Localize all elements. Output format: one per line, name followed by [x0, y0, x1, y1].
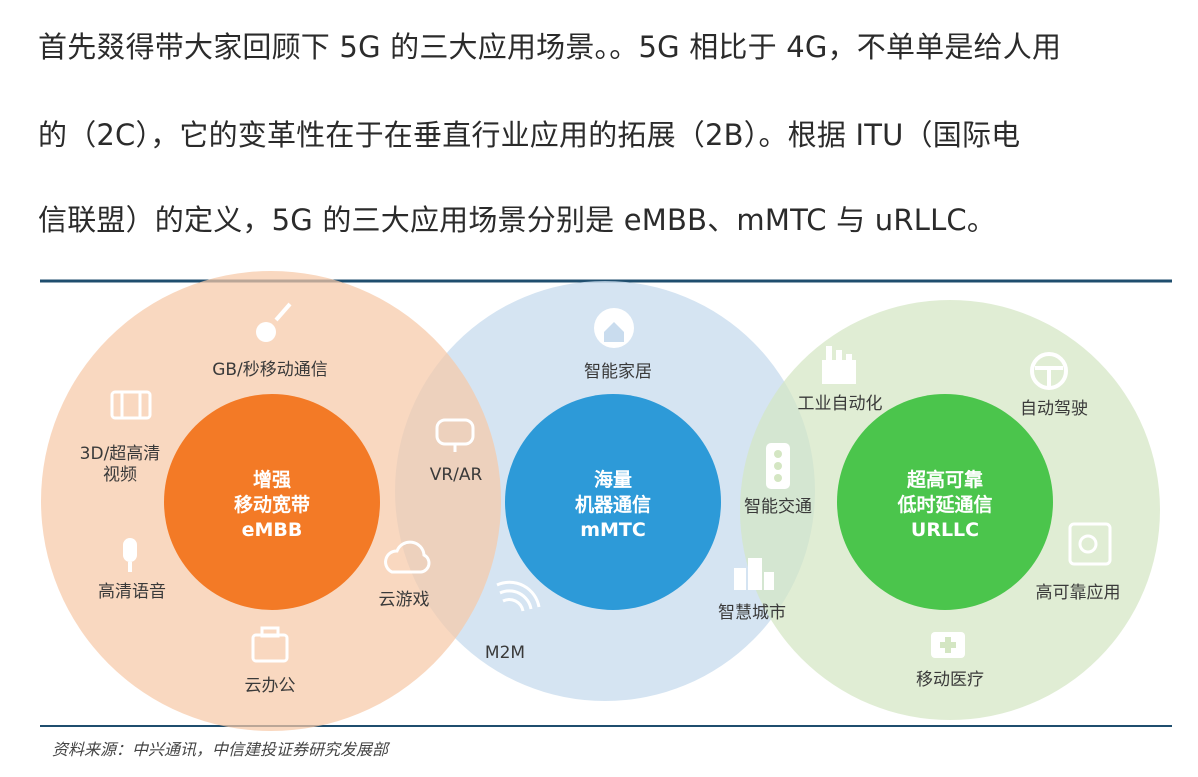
mmtc-label-home: 智能家居: [584, 362, 652, 382]
urllc-core-line-3: URLLC: [911, 519, 979, 541]
mmtc-label-city: 智慧城市: [718, 603, 786, 623]
embb-label-video-1: 3D/超高清: [80, 444, 161, 464]
first-aid-icon: [931, 632, 965, 658]
embb-label-game: 云游戏: [379, 590, 430, 610]
mmtc-core-line-2: 机器通信: [575, 493, 651, 516]
embb-label-vr: VR/AR: [430, 465, 483, 485]
home-icon: [594, 308, 634, 348]
mmtc-core-line-3: mMTC: [580, 519, 646, 541]
mmtc-core-line-1: 海量: [594, 468, 632, 491]
urllc-label-driving: 自动驾驶: [1020, 399, 1088, 419]
embb-label-voice: 高清语音: [98, 582, 166, 602]
urllc-core-line-2: 低时延通信: [896, 493, 992, 516]
urllc-core-line-1: 超高可靠: [906, 468, 983, 491]
embb-core-line-1: 增强: [253, 468, 291, 491]
5g-scenarios-diagram: 增强 移动宽带 eMBB 海量 机器通信 mMTC 超高可靠 低时延通信 URL…: [40, 271, 1172, 731]
embb-label-office: 云办公: [245, 676, 296, 696]
urllc-label-industry: 工业自动化: [798, 394, 883, 414]
embb-label-video-2: 视频: [103, 465, 137, 485]
embb-label-gb: GB/秒移动通信: [212, 360, 328, 380]
traffic-light-icon: [766, 443, 790, 489]
embb-core-line-3: eMBB: [242, 519, 303, 541]
mmtc-label-m2m: M2M: [485, 643, 525, 663]
urllc-label-reliable: 高可靠应用: [1036, 583, 1121, 603]
embb-core-line-2: 移动宽带: [234, 493, 310, 516]
mmtc-label-traffic: 智能交通: [744, 497, 812, 517]
source-note: 资料来源：中兴通讯，中信建投证券研究发展部: [52, 740, 389, 759]
urllc-label-medical: 移动医疗: [916, 670, 984, 690]
